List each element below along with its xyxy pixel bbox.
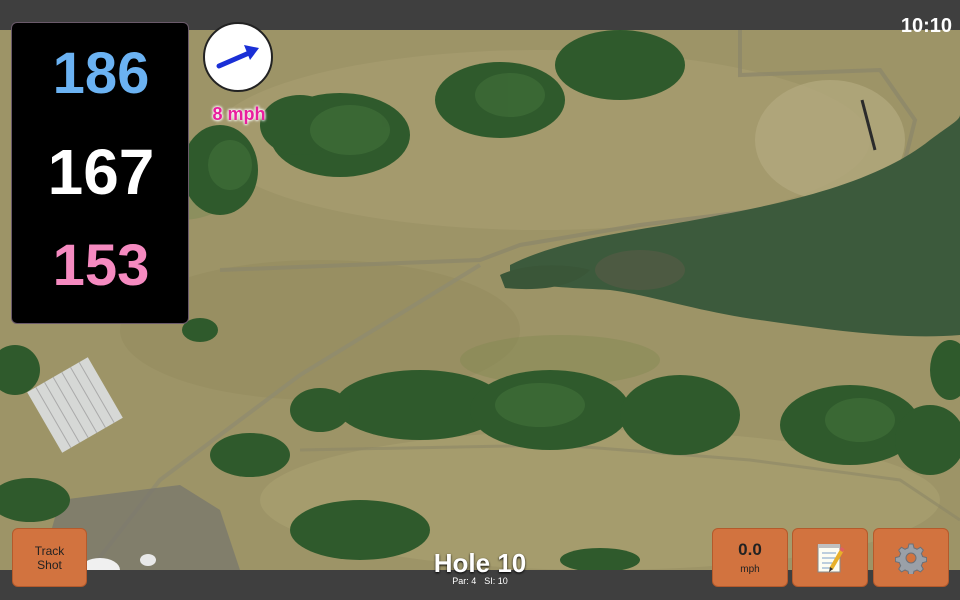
wind-speed: 8 mph — [212, 104, 266, 124]
track-shot-label-line2: Shot — [37, 557, 62, 572]
middle-distance: 167 — [47, 136, 155, 208]
clock: 10:10 — [900, 15, 952, 37]
hole-title: Hole 10 — [433, 548, 527, 578]
hole-details: Par: 4 SI: 10 — [380, 576, 580, 586]
gear-icon — [895, 543, 927, 574]
back-distance: 186 — [52, 41, 150, 106]
track-shot-label-line1: Track — [34, 543, 65, 558]
arrow-icon — [216, 45, 259, 69]
distance-panel: 186 167 153 — [11, 22, 189, 324]
hole-par: Par: 4 — [452, 576, 477, 586]
speed-button[interactable]: 0.0 mph — [712, 528, 788, 587]
golf-gps-screen: 10:10 186 167 153 8 mph Track Shot Hole … — [0, 0, 960, 600]
front-distance: 153 — [52, 233, 150, 298]
track-shot-button[interactable]: Track Shot — [12, 528, 87, 587]
hole-si: SI: 10 — [484, 576, 508, 586]
notes-button[interactable] — [792, 528, 868, 587]
speed-unit: mph — [740, 564, 760, 575]
settings-button[interactable] — [873, 528, 949, 587]
hole-info: Hole 10 Par: 4 SI: 10 — [380, 548, 580, 586]
speed-value: 0.0 — [738, 540, 762, 559]
wind-direction-dial — [203, 22, 273, 92]
notepad-icon — [817, 543, 845, 572]
